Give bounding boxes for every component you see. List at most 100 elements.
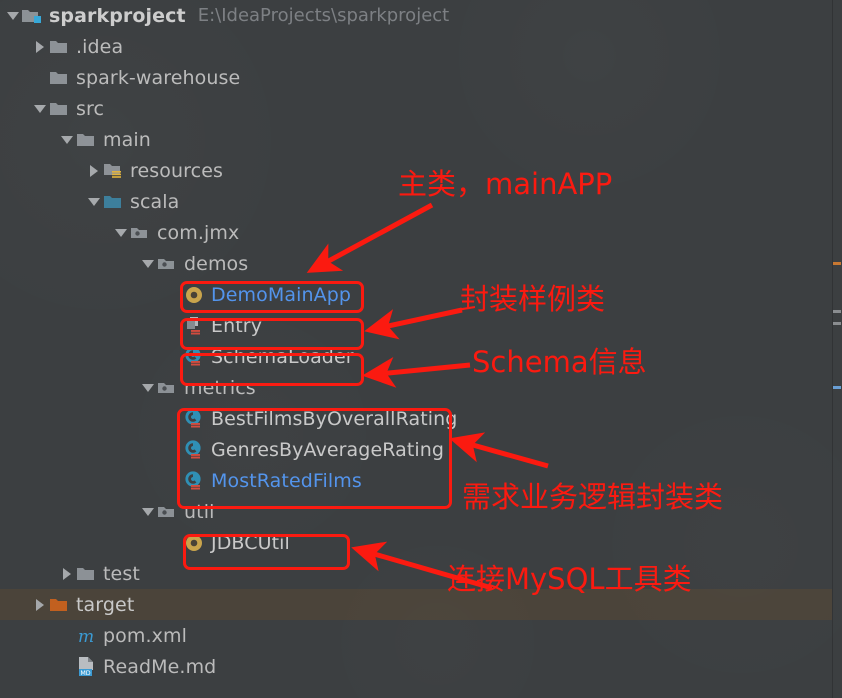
tree-row-label: demos: [184, 252, 249, 275]
tree-toggle-placeholder: [167, 310, 183, 341]
svg-text:MD: MD: [80, 670, 90, 677]
package-icon: [156, 496, 178, 527]
tree-row-BestFilmsByOverallRating[interactable]: BestFilmsByOverallRating: [0, 403, 842, 434]
tree-row-resources[interactable]: resources: [0, 155, 842, 186]
chevron-right-icon[interactable]: [59, 558, 75, 589]
project-module-folder-icon: [21, 0, 43, 31]
chevron-down-icon[interactable]: [5, 0, 21, 31]
folder-icon: [48, 62, 70, 93]
tree-row-SchemaLoader[interactable]: SchemaLoader: [0, 341, 842, 372]
scala-case-class-icon: [183, 310, 205, 341]
tree-row-DemoMainApp[interactable]: DemoMainApp: [0, 279, 842, 310]
marker-blue[interactable]: [833, 386, 841, 389]
chevron-down-icon[interactable]: [140, 372, 156, 403]
scala-class-icon: [183, 434, 205, 465]
chevron-down-icon[interactable]: [59, 124, 75, 155]
tree-row-label: main: [103, 128, 151, 151]
chevron-right-icon[interactable]: [32, 31, 48, 62]
tree-row-label: target: [76, 593, 135, 616]
maven-file-icon: m: [75, 620, 97, 651]
tree-row-scala[interactable]: scala: [0, 186, 842, 217]
tree-row-demos[interactable]: demos: [0, 248, 842, 279]
tree-row-Entry[interactable]: Entry: [0, 310, 842, 341]
package-icon: [156, 372, 178, 403]
tree-row-label: pom.xml: [103, 624, 187, 647]
tree-row-label: sparkproject: [49, 4, 186, 27]
tree-toggle-placeholder: [167, 403, 183, 434]
tree-row-label: ReadMe.md: [103, 655, 217, 678]
tree-row-spark-warehouse[interactable]: spark-warehouse: [0, 62, 842, 93]
marker-gray-2[interactable]: [833, 322, 841, 325]
source-root-folder-icon: [102, 186, 124, 217]
tree-row-label: resources: [130, 159, 223, 182]
chevron-down-icon[interactable]: [86, 186, 102, 217]
project-tool-window: sparkproject E:\IdeaProjects\sparkproject…: [0, 0, 842, 698]
tree-row-sparkproject[interactable]: sparkproject E:\IdeaProjects\sparkproject: [0, 0, 842, 31]
chevron-down-icon[interactable]: [113, 217, 129, 248]
chevron-down-icon[interactable]: [140, 496, 156, 527]
tree-row-main[interactable]: main: [0, 124, 842, 155]
tree-row-pom.xml[interactable]: m pom.xml: [0, 620, 842, 651]
tree-row-test[interactable]: test: [0, 558, 842, 589]
marker-gray-1[interactable]: [833, 310, 841, 313]
tree-row-util[interactable]: util: [0, 496, 842, 527]
tree-row-metrics[interactable]: metrics: [0, 372, 842, 403]
tree-row-src[interactable]: src: [0, 93, 842, 124]
scrollbar-marker-strip[interactable]: [832, 0, 842, 698]
tree-row-label: Entry: [211, 314, 263, 337]
project-path-hint: E:\IdeaProjects\sparkproject: [197, 5, 450, 26]
scala-class-icon: [183, 403, 205, 434]
folder-icon: [75, 124, 97, 155]
tree-toggle-placeholder: [59, 651, 75, 682]
tree-row-label: JDBCUtil: [211, 531, 290, 554]
scala-class-icon: [183, 341, 205, 372]
tree-row-label: com.jmx: [157, 221, 240, 244]
excluded-folder-icon: [48, 589, 70, 620]
tree-row-JDBCUtil[interactable]: JDBCUtil: [0, 527, 842, 558]
tree-row-target[interactable]: target: [0, 589, 842, 620]
tree-row-label: SchemaLoader: [211, 345, 354, 368]
folder-icon: [48, 31, 70, 62]
tree-row-idea[interactable]: .idea: [0, 31, 842, 62]
folder-icon: [75, 558, 97, 589]
tree-toggle-placeholder: [167, 465, 183, 496]
project-file-tree[interactable]: sparkproject E:\IdeaProjects\sparkproject…: [0, 0, 842, 682]
tree-row-ReadMe.md[interactable]: MD ReadMe.md: [0, 651, 842, 682]
tree-row-label: spark-warehouse: [76, 66, 241, 89]
chevron-right-icon[interactable]: [32, 589, 48, 620]
tree-row-label: src: [76, 97, 105, 120]
resources-root-folder-icon: [102, 155, 124, 186]
tree-row-label: .idea: [76, 35, 124, 58]
tree-row-label: scala: [130, 190, 180, 213]
tree-row-GenresByAverageRating[interactable]: GenresByAverageRating: [0, 434, 842, 465]
chevron-down-icon[interactable]: [32, 93, 48, 124]
tree-row-com.jmx[interactable]: com.jmx: [0, 217, 842, 248]
svg-text:m: m: [78, 627, 94, 646]
tree-toggle-placeholder: [167, 279, 183, 310]
tree-row-MostRatedFilms[interactable]: MostRatedFilms: [0, 465, 842, 496]
chevron-right-icon[interactable]: [86, 155, 102, 186]
marker-orange[interactable]: [833, 262, 841, 265]
tree-row-label: BestFilmsByOverallRating: [211, 407, 458, 430]
chevron-down-icon[interactable]: [140, 248, 156, 279]
tree-toggle-placeholder: [167, 434, 183, 465]
package-icon: [156, 248, 178, 279]
tree-row-label: util: [184, 500, 215, 523]
scala-object-icon: [183, 527, 205, 558]
